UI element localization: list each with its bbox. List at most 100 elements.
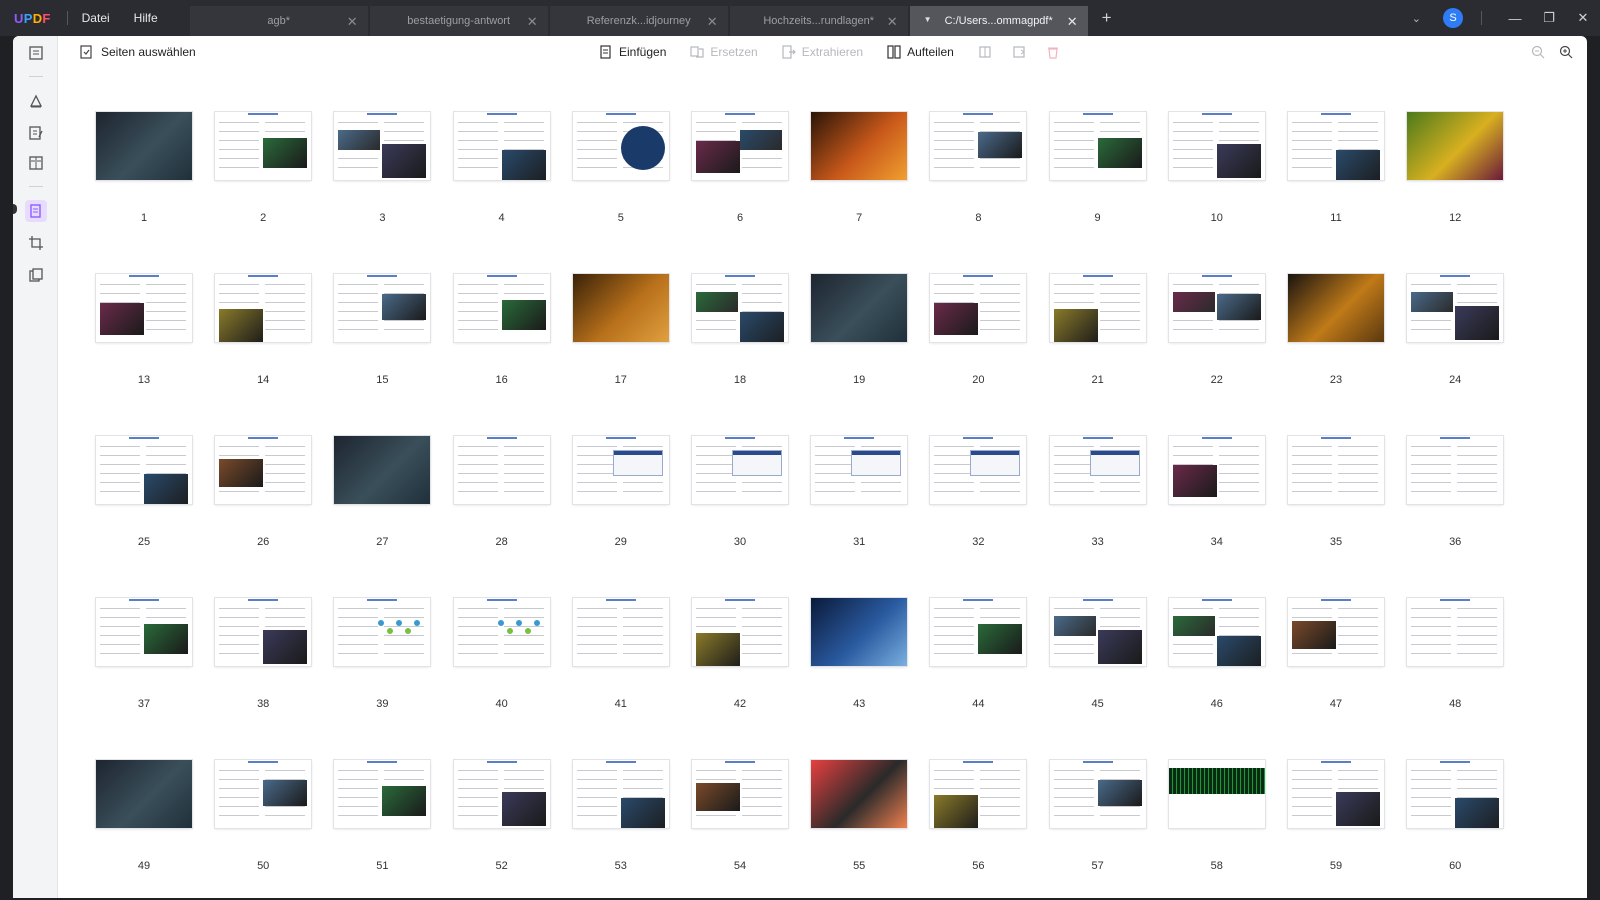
restore-button[interactable]: ❐ [1532, 10, 1566, 26]
page-preview[interactable] [453, 274, 550, 342]
rotate-left-icon[interactable] [978, 45, 992, 59]
page-preview[interactable] [1168, 598, 1265, 666]
close-icon[interactable]: ✕ [887, 14, 898, 30]
dropdown-icon[interactable]: ▼ [924, 15, 932, 24]
page-thumbnail[interactable]: 20 [930, 232, 1027, 386]
page-thumbnail[interactable]: 28 [453, 394, 550, 548]
tab-referenzk[interactable]: Referenzk...idjourney ✕ [549, 6, 728, 36]
page-preview[interactable] [453, 436, 550, 504]
page-thumbnail[interactable]: 35 [1288, 394, 1384, 548]
page-thumbnail[interactable]: 46 [1168, 556, 1265, 710]
page-thumbnail[interactable]: 10 [1168, 70, 1265, 224]
page-preview[interactable] [1407, 598, 1504, 666]
insert-button[interactable]: Einfügen [599, 45, 666, 59]
page-preview[interactable] [692, 274, 788, 342]
page-preview[interactable] [96, 436, 192, 504]
page-thumbnail[interactable]: 24 [1407, 232, 1504, 386]
page-thumbnail[interactable]: 48 [1407, 556, 1504, 710]
page-preview[interactable] [572, 598, 669, 666]
page-preview[interactable] [1168, 436, 1265, 504]
page-thumbnail[interactable]: 49 [96, 718, 192, 872]
page-preview[interactable] [811, 274, 908, 342]
delete-icon[interactable] [1046, 45, 1060, 59]
page-thumbnail[interactable]: 29 [572, 394, 669, 548]
page-preview[interactable] [1168, 274, 1265, 342]
page-preview[interactable] [1049, 112, 1146, 180]
page-preview[interactable] [96, 760, 192, 828]
page-thumbnail[interactable]: 26 [215, 394, 312, 548]
page-thumbnail[interactable]: 17 [572, 232, 669, 386]
page-thumbnail[interactable]: 47 [1288, 556, 1384, 710]
page-thumbnail[interactable]: 21 [1049, 232, 1146, 386]
page-preview[interactable] [334, 598, 431, 666]
page-preview[interactable] [334, 436, 431, 504]
page-thumbnail[interactable]: 43 [811, 556, 908, 710]
page-thumbnail[interactable]: 13 [96, 232, 192, 386]
page-thumbnail[interactable]: 54 [692, 718, 788, 872]
zoom-out-icon[interactable] [1531, 45, 1545, 59]
page-thumbnail[interactable]: 23 [1288, 232, 1384, 386]
tab-active-document[interactable]: ▼ C:/Users...ommagpdf* ✕ [909, 6, 1088, 36]
page-preview[interactable] [334, 760, 431, 828]
select-pages-button[interactable]: Seiten auswählen [79, 45, 196, 59]
page-thumbnail[interactable]: 38 [215, 556, 312, 710]
page-thumbnail[interactable]: 45 [1049, 556, 1146, 710]
page-preview[interactable] [1288, 112, 1384, 180]
page-preview[interactable] [930, 274, 1027, 342]
page-preview[interactable] [1407, 760, 1504, 828]
page-thumbnail[interactable]: 8 [930, 70, 1027, 224]
page-thumbnail[interactable]: 15 [334, 232, 431, 386]
crop-icon[interactable] [25, 232, 47, 254]
close-icon[interactable]: ✕ [707, 14, 718, 30]
page-preview[interactable] [1407, 112, 1504, 180]
reader-icon[interactable] [25, 42, 47, 64]
page-preview[interactable] [1407, 436, 1504, 504]
menu-file[interactable]: Datei [82, 11, 110, 25]
page-preview[interactable] [96, 112, 192, 180]
avatar[interactable]: S [1443, 8, 1463, 28]
page-preview[interactable] [692, 760, 788, 828]
close-icon[interactable]: ✕ [347, 14, 358, 30]
new-tab-button[interactable]: + [1102, 8, 1112, 28]
edit-pdf-icon[interactable] [25, 122, 47, 144]
comment-icon[interactable] [25, 90, 47, 112]
page-thumbnail[interactable]: 52 [453, 718, 550, 872]
page-preview[interactable] [215, 274, 312, 342]
page-thumbnail[interactable]: 34 [1168, 394, 1265, 548]
page-thumbnail[interactable]: 60 [1407, 718, 1504, 872]
page-thumbnail[interactable]: 37 [96, 556, 192, 710]
page-thumbnail[interactable]: 44 [930, 556, 1027, 710]
page-preview[interactable] [1288, 436, 1384, 504]
page-thumbnail[interactable]: 53 [572, 718, 669, 872]
page-thumbnail[interactable]: 58 [1168, 718, 1265, 872]
page-thumbnail[interactable]: 3 [334, 70, 431, 224]
page-thumbnail[interactable]: 36 [1407, 394, 1504, 548]
tab-hochzeits[interactable]: Hochzeits...rundlagen* ✕ [729, 6, 908, 36]
page-thumbnail[interactable]: 4 [453, 70, 550, 224]
organize-pages-icon[interactable] [25, 200, 47, 222]
page-preview[interactable] [215, 112, 312, 180]
pages-tools-icon[interactable] [25, 264, 47, 286]
page-preview[interactable] [1168, 112, 1265, 180]
page-preview[interactable] [215, 598, 312, 666]
page-thumbnail[interactable]: 56 [930, 718, 1027, 872]
page-preview[interactable] [334, 274, 431, 342]
menu-help[interactable]: Hilfe [134, 11, 158, 25]
chevron-down-icon[interactable]: ⌄ [1412, 12, 1421, 25]
page-preview[interactable] [811, 598, 908, 666]
page-thumbnail[interactable]: 32 [930, 394, 1027, 548]
page-preview[interactable] [1407, 274, 1504, 342]
page-preview[interactable] [930, 112, 1027, 180]
page-thumbnail[interactable]: 31 [811, 394, 908, 548]
page-preview[interactable] [692, 436, 788, 504]
page-thumbnail[interactable]: 19 [811, 232, 908, 386]
page-preview[interactable] [215, 436, 312, 504]
page-preview[interactable] [453, 760, 550, 828]
page-preview[interactable] [692, 598, 788, 666]
page-thumbnail[interactable]: 6 [692, 70, 788, 224]
rotate-right-icon[interactable] [1012, 45, 1026, 59]
page-thumbnail[interactable]: 14 [215, 232, 312, 386]
page-thumbnail[interactable]: 18 [692, 232, 788, 386]
page-thumbnail[interactable]: 59 [1288, 718, 1384, 872]
page-preview[interactable] [215, 760, 312, 828]
